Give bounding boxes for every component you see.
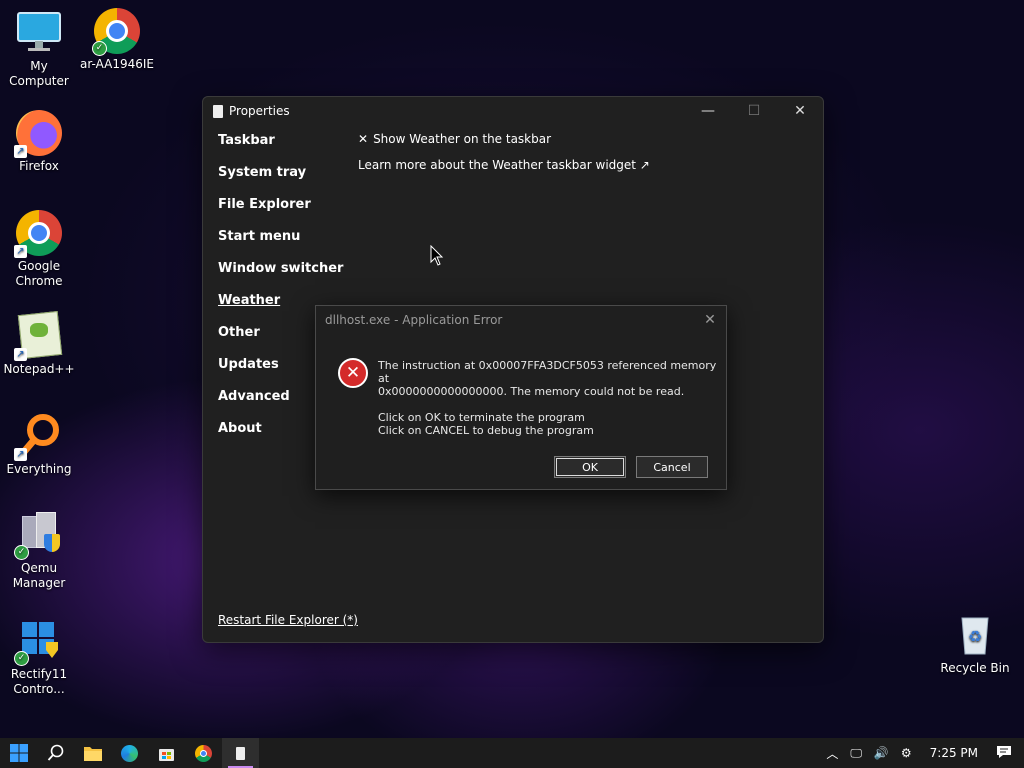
folder-icon: [83, 747, 102, 761]
cancel-button[interactable]: Cancel: [636, 456, 708, 478]
notepadpp-icon: ↗: [14, 311, 63, 361]
chrome-icon: [195, 744, 212, 762]
gear-icon[interactable]: ⚙: [895, 746, 918, 760]
dialog-close-icon[interactable]: ✕: [700, 310, 720, 330]
window-title: Properties: [229, 104, 290, 118]
desktop-icon-label: Firefox: [19, 159, 59, 173]
svg-text:♻: ♻: [968, 627, 982, 646]
mouse-cursor-icon: [430, 244, 444, 271]
monitor-icon: [16, 10, 62, 56]
desktop-icon-firefox[interactable]: ↗ Firefox: [0, 110, 78, 174]
desktop-icon-label: My Computer: [9, 59, 69, 88]
desktop-icon-notepadpp[interactable]: ↗ Notepad++: [0, 311, 78, 377]
dialog-title: dllhost.exe - Application Error: [325, 313, 503, 327]
firefox-icon: ↗: [14, 110, 62, 158]
message-line: Click on CANCEL to debug the program: [378, 424, 594, 437]
edge-button[interactable]: [111, 738, 148, 768]
desktop-icon-label: Recycle Bin: [940, 661, 1010, 675]
nav-item-window-switcher[interactable]: Window switcher: [218, 261, 343, 293]
desktop-icon-qemu-manager[interactable]: ✓ Qemu Manager: [0, 512, 78, 591]
clock[interactable]: 7:25 PM: [918, 746, 990, 760]
message-line: Click on OK to terminate the program: [378, 411, 585, 424]
desktop-icon-label: Rectify11 Contro...: [10, 667, 68, 696]
notifications-icon[interactable]: [990, 745, 1024, 762]
message-line: The instruction at 0x00007FFA3DCF5053 re…: [378, 359, 717, 385]
qemu-icon: ✓: [14, 512, 62, 560]
taskbar: ︿ 🖵 🔊 ⚙ 7:25 PM: [0, 738, 1024, 768]
desktop-icon-label: Everything: [6, 462, 72, 476]
dialog-message: The instruction at 0x00007FFA3DCF5053 re…: [378, 359, 718, 437]
close-button[interactable]: ✕: [777, 97, 823, 125]
desktop-icon-everything[interactable]: ↗ Everything: [0, 413, 78, 477]
minimize-button[interactable]: —: [685, 97, 731, 125]
chrome-taskbar-button[interactable]: [185, 738, 222, 768]
properties-taskbar-button[interactable]: [222, 738, 259, 768]
learn-more-link[interactable]: Learn more about the Weather taskbar wid…: [358, 157, 650, 183]
properties-app-icon: [236, 746, 245, 760]
system-tray: ︿ 🖵 🔊 ⚙ 7:25 PM: [820, 738, 1024, 768]
restart-explorer-link[interactable]: Restart File Explorer (*): [218, 613, 358, 627]
store-icon: [159, 748, 174, 761]
desktop-icon-chrome-shortcut[interactable]: ✓ ar-AA1946IE: [78, 8, 156, 72]
nav-item-file-explorer[interactable]: File Explorer: [218, 197, 343, 229]
nav-item-start-menu[interactable]: Start menu: [218, 229, 343, 261]
desktop-icon-google-chrome[interactable]: ↗ Google Chrome: [0, 210, 78, 289]
desktop-icon-recycle-bin[interactable]: ♻ Recycle Bin: [936, 612, 1014, 676]
windows-icon: ✓: [14, 618, 62, 666]
weather-options: ✕ Show Weather on the taskbar Learn more …: [358, 131, 650, 183]
show-weather-toggle[interactable]: ✕ Show Weather on the taskbar: [358, 131, 650, 157]
ok-button[interactable]: OK: [554, 456, 626, 478]
message-line: 0x0000000000000000. The memory could not…: [378, 385, 685, 398]
desktop-icon-my-computer[interactable]: My Computer: [0, 10, 78, 89]
maximize-button[interactable]: ☐: [731, 97, 777, 125]
windows-logo-icon: [9, 744, 28, 762]
desktop-icon-rectify11[interactable]: ✓ Rectify11 Contro...: [0, 618, 78, 697]
chrome-icon: ↗: [14, 210, 62, 258]
app-icon: [213, 104, 223, 118]
network-icon[interactable]: 🖵: [844, 746, 868, 761]
desktop-icon-label: Qemu Manager: [12, 561, 66, 590]
store-button[interactable]: [148, 738, 185, 768]
error-dialog: dllhost.exe - Application Error ✕ ✕ The …: [315, 305, 727, 490]
start-button[interactable]: [0, 738, 37, 768]
search-button[interactable]: [37, 738, 74, 768]
search-icon: ↗: [14, 413, 62, 461]
window-controls: — ☐ ✕: [685, 97, 823, 125]
nav-item-taskbar[interactable]: Taskbar: [218, 133, 343, 165]
chrome-icon: ✓: [92, 8, 140, 56]
file-explorer-button[interactable]: [74, 738, 111, 768]
desktop-icon-label: Google Chrome: [15, 259, 63, 288]
error-icon: ✕: [338, 358, 368, 388]
chevron-up-icon[interactable]: ︿: [820, 745, 844, 762]
search-icon: [47, 744, 63, 761]
desktop-icon-label: Notepad++: [3, 362, 75, 376]
recycle-bin-icon: ♻: [952, 612, 998, 658]
volume-icon[interactable]: 🔊: [868, 746, 895, 760]
checkmark-icon: ✕: [358, 132, 369, 146]
nav-item-system-tray[interactable]: System tray: [218, 165, 343, 197]
show-weather-label: Show Weather on the taskbar: [373, 132, 552, 146]
edge-icon: [121, 744, 138, 762]
desktop-icon-label: ar-AA1946IE: [80, 57, 154, 71]
